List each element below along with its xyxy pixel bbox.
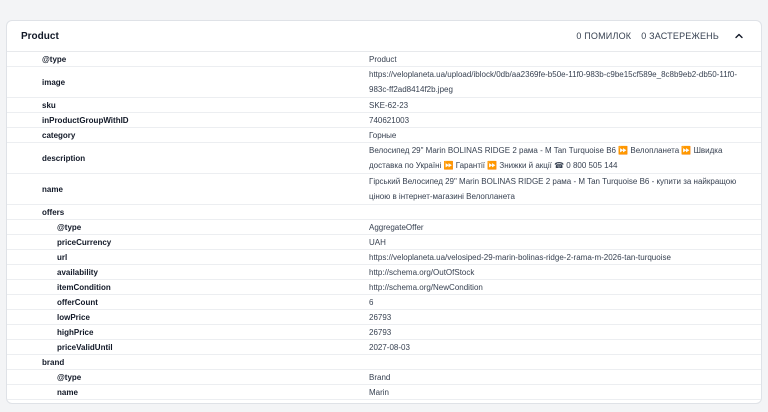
properties-table: @type Product image https://veloplaneta.… (7, 52, 761, 400)
property-key: category (42, 130, 76, 140)
property-row: @type Product (7, 52, 761, 67)
property-key: priceCurrency (57, 237, 112, 247)
property-row: name Marin (7, 385, 761, 400)
property-row: name Гірський Велосипед 29" Marin BOLINA… (7, 174, 761, 205)
warnings-count: 0 ЗАСТЕРЕЖЕНЬ (641, 31, 719, 41)
errors-count: 0 ПОМИЛОК (576, 31, 632, 41)
property-key: @type (57, 372, 82, 382)
property-value: 26793 (369, 327, 392, 337)
property-value (369, 355, 761, 369)
property-key: availability (57, 267, 98, 277)
property-row: inProductGroupWithID 740621003 (7, 113, 761, 128)
property-key: name (42, 184, 63, 194)
property-key: url (57, 252, 68, 262)
property-value: Горные (369, 130, 397, 140)
property-key: itemCondition (57, 282, 111, 292)
property-key: name (57, 387, 78, 397)
property-key: @type (57, 222, 82, 232)
property-key: highPrice (57, 327, 94, 337)
property-value: https://veloplaneta.ua/velosiped-29-mari… (369, 252, 671, 262)
property-key: offers (42, 207, 65, 217)
property-row: offerCount 6 (7, 295, 761, 310)
card-title: Product (21, 30, 59, 42)
property-value: 6 (369, 297, 374, 307)
property-value: Product (369, 54, 397, 64)
property-value: SKE-62-23 (369, 100, 409, 110)
property-row: availability http://schema.org/OutOfStoc… (7, 265, 761, 280)
property-value: Велосипед 29" Marin BOLINAS RIDGE 2 рама… (369, 146, 723, 170)
property-row: @type Brand (7, 370, 761, 385)
property-value: 26793 (369, 312, 392, 322)
structured-data-card: Product 0 ПОМИЛОК 0 ЗАСТЕРЕЖЕНЬ @type Pr… (6, 20, 762, 404)
property-row: image https://veloplaneta.ua/upload/iblo… (7, 67, 761, 98)
property-key: brand (42, 357, 65, 367)
property-value: 740621003 (369, 115, 410, 125)
property-row: priceValidUntil 2027-08-03 (7, 340, 761, 355)
property-value: Гірський Велосипед 29" Marin BOLINAS RID… (369, 177, 737, 201)
property-key: @type (42, 54, 67, 64)
property-row-group: brand (7, 355, 761, 370)
property-row: @type AggregateOffer (7, 220, 761, 235)
property-key: description (42, 153, 86, 163)
property-row: description Велосипед 29" Marin BOLINAS … (7, 143, 761, 174)
property-key: offerCount (57, 297, 98, 307)
property-key: inProductGroupWithID (42, 115, 129, 125)
property-key: priceValidUntil (57, 342, 113, 352)
property-row: category Горные (7, 128, 761, 143)
property-value: https://veloplaneta.ua/upload/iblock/0db… (369, 70, 737, 94)
property-value: http://schema.org/OutOfStock (369, 267, 475, 277)
property-row: itemCondition http://schema.org/NewCondi… (7, 280, 761, 295)
property-value (369, 205, 761, 219)
property-row: url https://veloplaneta.ua/velosiped-29-… (7, 250, 761, 265)
property-value: AggregateOffer (369, 222, 424, 232)
card-header[interactable]: Product 0 ПОМИЛОК 0 ЗАСТЕРЕЖЕНЬ (7, 21, 761, 52)
property-value: Marin (369, 387, 390, 397)
property-row: highPrice 26793 (7, 325, 761, 340)
chevron-up-icon[interactable] (731, 28, 747, 44)
property-row: lowPrice 26793 (7, 310, 761, 325)
property-value: UAH (369, 237, 386, 247)
property-value: Brand (369, 372, 391, 382)
property-key: sku (42, 100, 56, 110)
property-row: sku SKE-62-23 (7, 98, 761, 113)
property-key: lowPrice (57, 312, 90, 322)
property-key: image (42, 77, 66, 87)
property-value: 2027-08-03 (369, 342, 410, 352)
property-row: priceCurrency UAH (7, 235, 761, 250)
property-value: http://schema.org/NewCondition (369, 282, 483, 292)
property-row-group: offers (7, 205, 761, 220)
